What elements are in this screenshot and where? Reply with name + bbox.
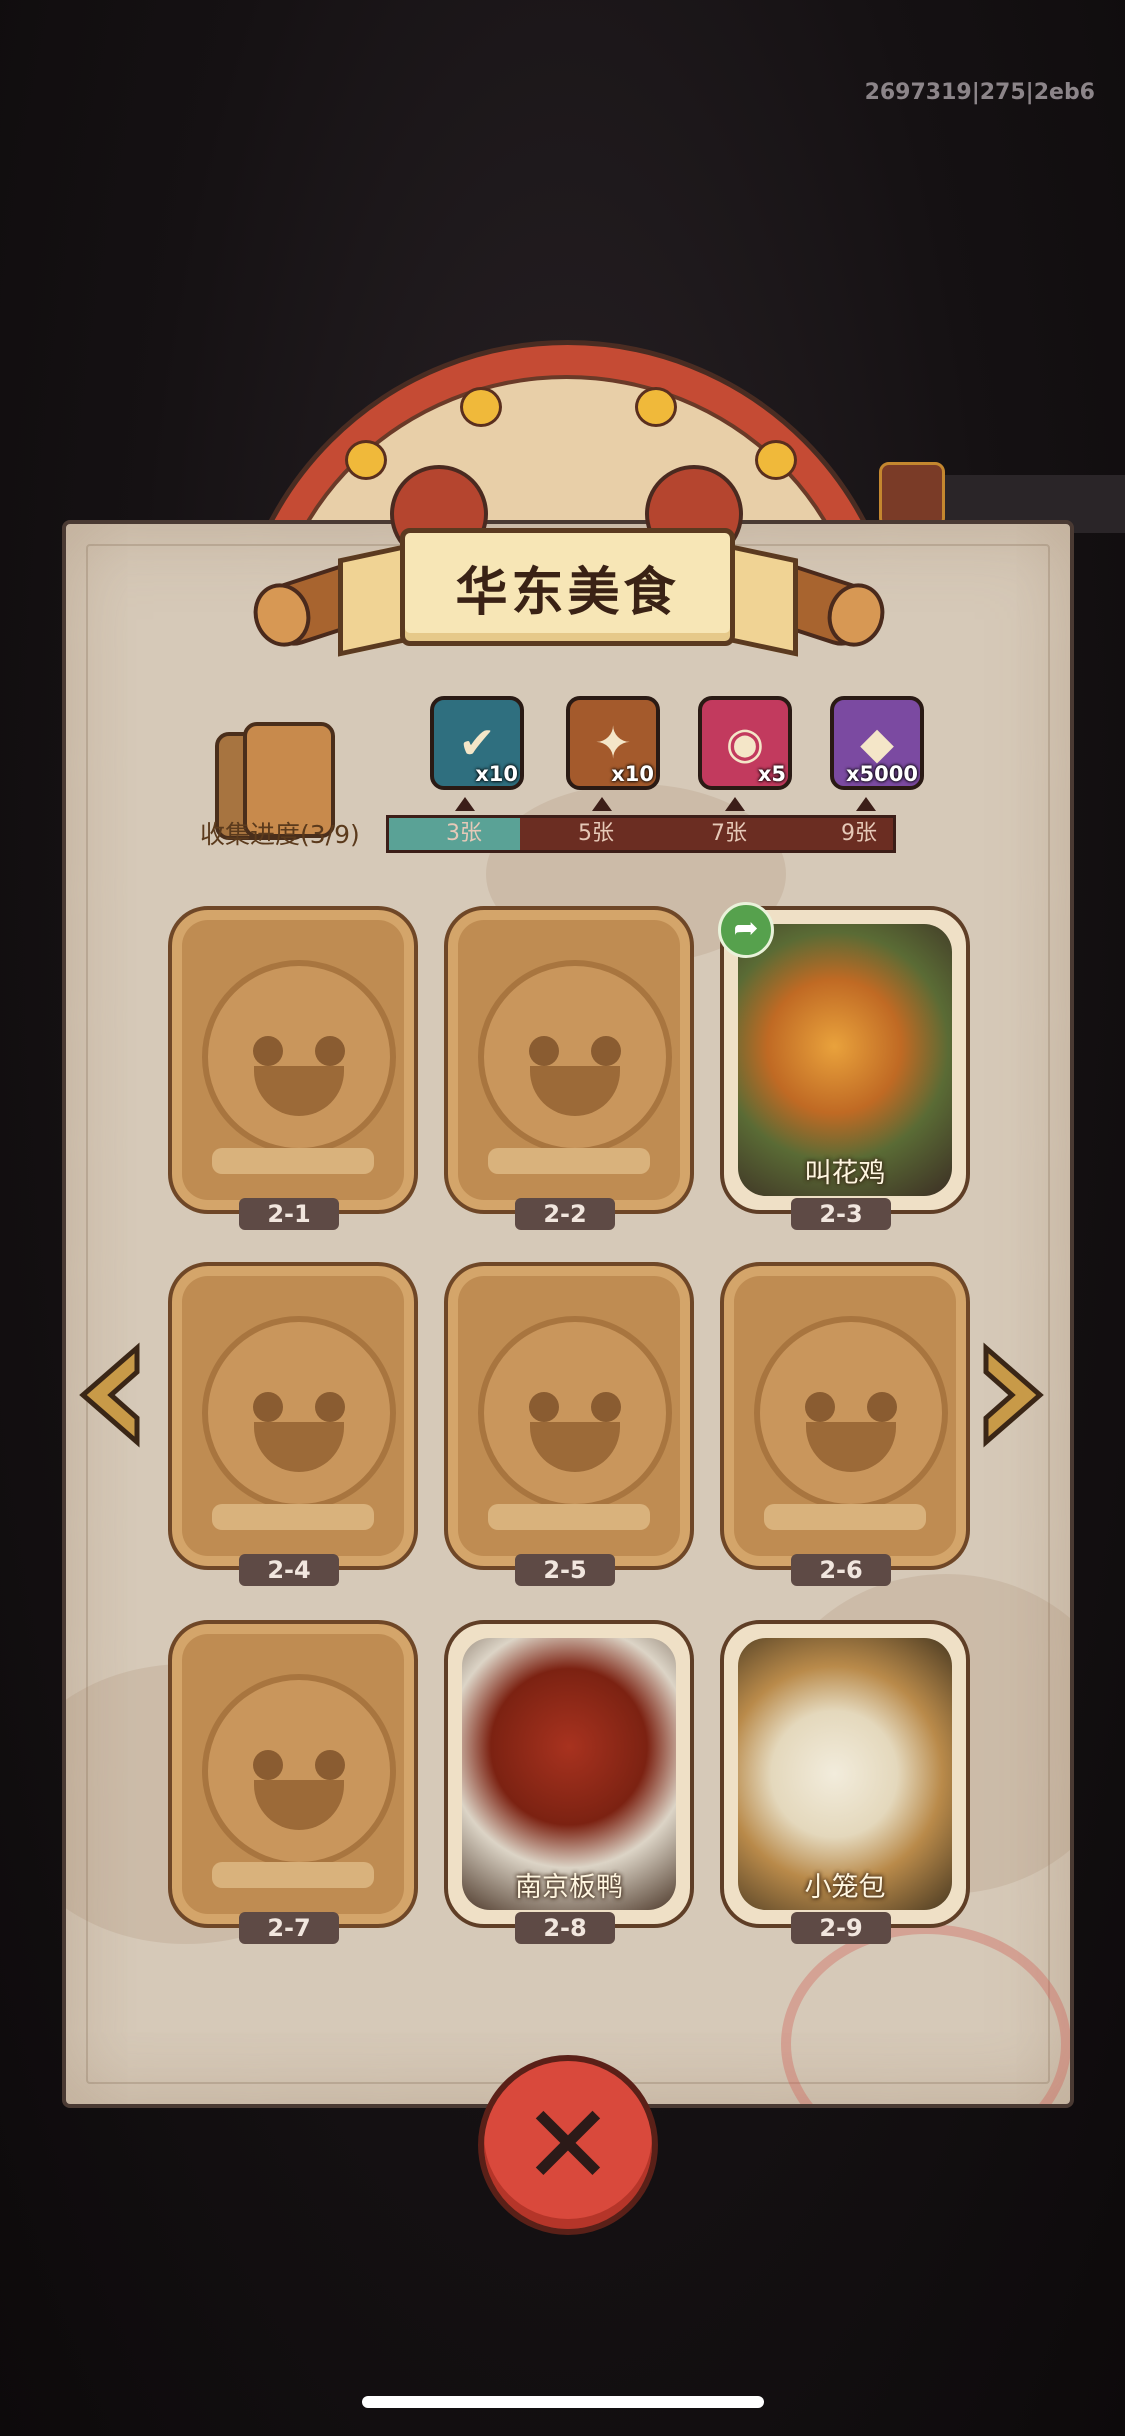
card-number-label: 2-7 xyxy=(239,1912,339,1944)
card-slot-2-6[interactable]: 2-6 xyxy=(720,1262,970,1586)
card-slot-2-7[interactable]: 2-7 xyxy=(168,1620,418,1944)
card-slot-2-4[interactable]: 2-4 xyxy=(168,1262,418,1586)
card-number-label: 2-3 xyxy=(791,1198,891,1230)
locked-card-emblem xyxy=(202,1674,396,1868)
left-arrow-icon[interactable] xyxy=(75,1340,145,1450)
card-number-label: 2-5 xyxy=(515,1554,615,1586)
card-number-label: 2-4 xyxy=(239,1554,339,1586)
reward-orb[interactable]: ◉ x5 xyxy=(698,696,792,790)
debug-id: 2697319|275|2eb6 xyxy=(864,80,1095,105)
food-name: 小笼包 xyxy=(804,1872,886,1903)
right-arrow-icon[interactable] xyxy=(978,1340,1048,1450)
card-slot-2-1[interactable]: 2-1 xyxy=(168,906,418,1230)
reward-chest[interactable]: ✔ x10 xyxy=(430,696,524,790)
card-slot-2-9[interactable]: 小笼包 2-9 xyxy=(720,1620,970,1944)
locked-card[interactable] xyxy=(168,906,418,1214)
food-card[interactable]: 小笼包 xyxy=(720,1620,970,1928)
locked-card[interactable] xyxy=(720,1262,970,1570)
stamp-seal xyxy=(781,1924,1070,2104)
locked-card-emblem xyxy=(202,960,396,1154)
card-number-label: 2-6 xyxy=(791,1554,891,1586)
locked-card-emblem xyxy=(478,1316,672,1510)
food-card[interactable]: 南京板鸭 xyxy=(444,1620,694,1928)
locked-card-emblem xyxy=(202,1316,396,1510)
locked-card[interactable] xyxy=(168,1262,418,1570)
treasure-chest-icon xyxy=(879,462,945,528)
card-number-label: 2-9 xyxy=(791,1912,891,1944)
locked-card[interactable] xyxy=(444,906,694,1214)
locked-card[interactable] xyxy=(168,1620,418,1928)
collection-progress-bar: 3张 5张 7张 9张 xyxy=(386,815,896,853)
card-slot-2-8[interactable]: 南京板鸭 2-8 xyxy=(444,1620,694,1944)
home-indicator[interactable] xyxy=(362,2396,764,2408)
card-slot-2-2[interactable]: 2-2 xyxy=(444,906,694,1230)
card-number-label: 2-2 xyxy=(515,1198,615,1230)
locked-card-emblem xyxy=(478,960,672,1154)
share-icon[interactable]: ➦ xyxy=(718,902,774,958)
reward-scroll[interactable]: ✦ x10 xyxy=(566,696,660,790)
milestone-label: 5张 xyxy=(578,821,614,846)
title-banner: 华东美食 xyxy=(400,528,735,646)
locked-card[interactable] xyxy=(444,1262,694,1570)
food-name: 南京板鸭 xyxy=(515,1872,623,1903)
close-button[interactable]: ✕ xyxy=(478,2055,658,2235)
milestone-label: 3张 xyxy=(446,821,482,846)
card-slot-2-5[interactable]: 2-5 xyxy=(444,1262,694,1586)
page-title: 华东美食 xyxy=(455,562,680,623)
collection-progress-label: 收集进度(3/9) xyxy=(200,820,360,849)
close-icon: ✕ xyxy=(521,2081,615,2209)
card-number-label: 2-8 xyxy=(515,1912,615,1944)
milestone-label: 7张 xyxy=(711,821,747,846)
locked-card-emblem xyxy=(754,1316,948,1510)
milestone-label: 9张 xyxy=(841,821,877,846)
card-number-label: 2-1 xyxy=(239,1198,339,1230)
food-name: 叫花鸡 xyxy=(804,1158,886,1189)
reward-diamond[interactable]: ◆ x5000 xyxy=(830,696,924,790)
